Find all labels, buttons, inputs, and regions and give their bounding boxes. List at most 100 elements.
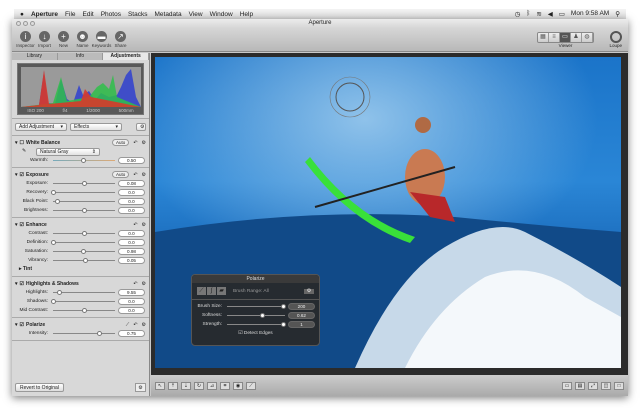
- menu-window[interactable]: Window: [210, 11, 233, 18]
- slider-knob[interactable]: [281, 321, 287, 327]
- slider-knob[interactable]: [82, 257, 88, 263]
- browser-mode-icon[interactable]: ▤: [575, 381, 585, 390]
- value-field[interactable]: 0.0: [118, 239, 145, 246]
- name-button[interactable]: ☻ Name: [73, 31, 92, 48]
- slider-knob[interactable]: [97, 330, 102, 336]
- menu-view[interactable]: View: [189, 11, 203, 18]
- disclosure-triangle-icon[interactable]: ▾: [15, 322, 18, 328]
- slider-knob[interactable]: [50, 239, 56, 245]
- value-field[interactable]: 200: [288, 303, 315, 310]
- slider[interactable]: [227, 321, 287, 327]
- slider-knob[interactable]: [50, 189, 56, 195]
- split-view-icon[interactable]: ◫: [601, 381, 611, 390]
- revert-to-original-button[interactable]: Revert to Original: [15, 383, 64, 392]
- slider[interactable]: [53, 230, 115, 236]
- checkbox[interactable]: ☑: [20, 322, 24, 328]
- battery-icon[interactable]: ▭: [559, 10, 565, 18]
- disclosure-triangle-icon[interactable]: ▾: [15, 140, 18, 146]
- slider[interactable]: [50, 298, 115, 304]
- reset-icon[interactable]: ↶: [133, 322, 137, 328]
- clock[interactable]: Mon 9:58 AM: [571, 10, 609, 18]
- disclosure-triangle-icon[interactable]: ▾: [15, 281, 18, 287]
- gear-icon[interactable]: ⚙: [303, 288, 314, 294]
- menu-edit[interactable]: Edit: [83, 11, 94, 18]
- slider-knob[interactable]: [56, 289, 62, 295]
- viewer-view-icon[interactable]: ▭: [560, 33, 571, 42]
- slider[interactable]: [53, 198, 115, 204]
- checkbox[interactable]: ☑: [20, 172, 24, 178]
- loupe-button[interactable]: Loupe: [609, 31, 622, 48]
- reset-icon[interactable]: ↶: [133, 172, 137, 178]
- apple-menu-icon[interactable]: ●: [20, 11, 24, 18]
- wb-preset-popup[interactable]: Natural Gray ⇕: [36, 147, 100, 156]
- value-field[interactable]: 0.98: [118, 248, 145, 255]
- slider[interactable]: [50, 189, 115, 195]
- menu-help[interactable]: Help: [240, 11, 253, 18]
- reset-icon[interactable]: ↶: [133, 222, 137, 228]
- detect-edges-checkbox[interactable]: ☑ Detect Edges: [192, 331, 319, 336]
- slider[interactable]: [53, 330, 115, 336]
- warmth-slider[interactable]: [53, 157, 115, 163]
- value-field[interactable]: 0.0: [118, 198, 145, 205]
- places-view-icon[interactable]: ◍: [582, 33, 593, 42]
- disclosure-triangle-icon[interactable]: ▾: [15, 172, 18, 178]
- gear-icon[interactable]: ⚙: [142, 322, 146, 328]
- eyedropper-icon[interactable]: ✎: [12, 149, 36, 154]
- grid-view-icon[interactable]: ▦: [538, 33, 549, 42]
- tab-library[interactable]: Library: [12, 53, 58, 60]
- slider[interactable]: [227, 312, 285, 318]
- slider[interactable]: [50, 239, 115, 245]
- brush-icon[interactable]: ⟋: [197, 287, 206, 295]
- brush-tool-icon[interactable]: ⟋: [246, 381, 256, 390]
- value-field[interactable]: 0.05: [118, 257, 145, 264]
- tab-info[interactable]: Info: [58, 53, 104, 60]
- minimize-button[interactable]: [23, 21, 28, 26]
- wifi-icon[interactable]: ≋: [536, 10, 541, 18]
- menu-metadata[interactable]: Metadata: [154, 11, 181, 18]
- value-field[interactable]: 0.0: [118, 298, 145, 305]
- slider[interactable]: [53, 257, 115, 263]
- slider[interactable]: [53, 180, 115, 186]
- list-view-icon[interactable]: ≡: [549, 33, 560, 42]
- menu-photos[interactable]: Photos: [101, 11, 121, 18]
- tab-adjustments[interactable]: Adjustments: [103, 53, 150, 60]
- value-field[interactable]: 1: [288, 321, 315, 328]
- gear-icon[interactable]: ⚙: [142, 172, 146, 178]
- effects-popup[interactable]: Effects ▾: [70, 123, 122, 131]
- viewer-only-icon[interactable]: □: [614, 381, 624, 390]
- disclosure-triangle-icon[interactable]: ▾: [15, 222, 18, 228]
- auto-button[interactable]: Auto: [112, 139, 130, 146]
- slider-knob[interactable]: [50, 298, 56, 304]
- zoom-button[interactable]: [30, 21, 35, 26]
- inspector-button[interactable]: i Inspector: [16, 31, 35, 48]
- value-field[interactable]: 0.08: [118, 180, 145, 187]
- stamp-tool-icon[interactable]: ⇣: [181, 381, 191, 390]
- import-button[interactable]: ↓ Import: [35, 31, 54, 48]
- gear-icon[interactable]: ⚙: [142, 140, 146, 146]
- value-field[interactable]: 0.62: [288, 312, 315, 319]
- slider-knob[interactable]: [55, 198, 61, 204]
- slider-knob[interactable]: [81, 230, 87, 236]
- lift-tool-icon[interactable]: ⇡: [168, 381, 178, 390]
- pointer-tool-icon[interactable]: ↖: [155, 381, 165, 390]
- slider-knob[interactable]: [281, 303, 287, 309]
- slider-knob[interactable]: [81, 207, 87, 213]
- time-machine-icon[interactable]: ◷: [515, 10, 521, 18]
- new-button[interactable]: + New: [54, 31, 73, 48]
- slider-knob[interactable]: [80, 248, 86, 254]
- value-field[interactable]: 0.0: [118, 207, 145, 214]
- close-button[interactable]: [16, 21, 21, 26]
- menu-file[interactable]: File: [65, 11, 75, 18]
- slider[interactable]: [53, 307, 115, 313]
- display-mode-icon[interactable]: ▭: [562, 381, 572, 390]
- auto-button[interactable]: Auto: [112, 171, 130, 178]
- slider[interactable]: [53, 289, 115, 295]
- gear-icon[interactable]: ⚙: [142, 222, 146, 228]
- share-button[interactable]: ↗ Share: [111, 31, 130, 48]
- checkbox[interactable]: ☑: [20, 222, 24, 228]
- checkbox[interactable]: ☑: [20, 281, 24, 287]
- checkbox[interactable]: ☐: [20, 140, 24, 146]
- spotlight-icon[interactable]: ⚲: [615, 10, 620, 18]
- gear-icon[interactable]: ⚙: [135, 383, 146, 392]
- slider-knob[interactable]: [81, 307, 87, 313]
